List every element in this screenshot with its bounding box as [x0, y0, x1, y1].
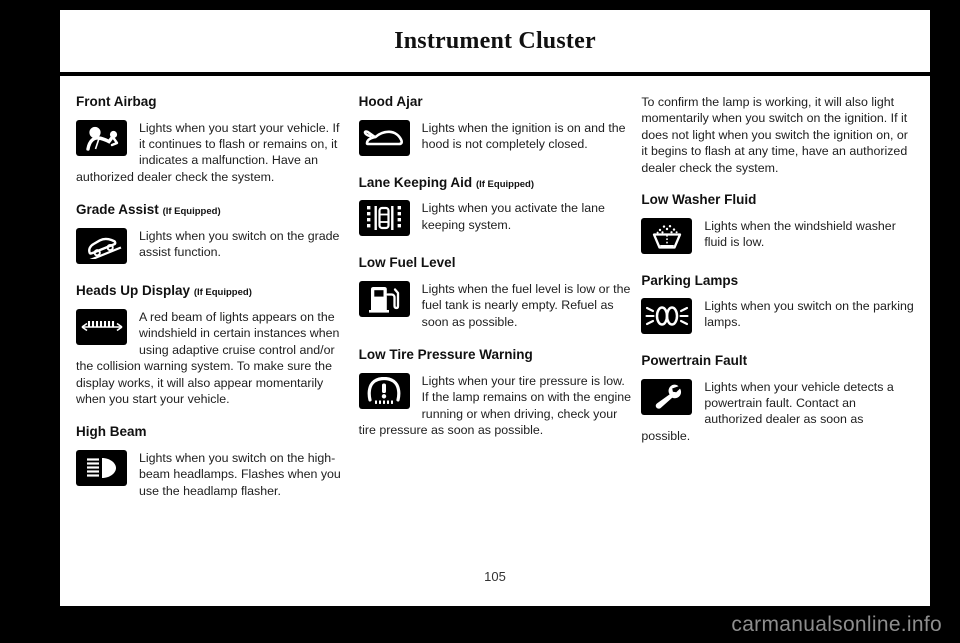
watermark: carmanualsonline.info [0, 606, 960, 643]
section-parking-lamps: Parking Lamps Lights when you switch on … [641, 273, 914, 337]
manual-page: Instrument Cluster Front Airbag Lights w… [60, 10, 930, 606]
section-heading: Powertrain Fault [641, 353, 748, 369]
page-header: Instrument Cluster [60, 10, 930, 72]
powertrain-fault-icon [641, 378, 693, 415]
section-heading: Lane Keeping Aid (If Equipped) [358, 174, 534, 190]
section-heading: High Beam [76, 424, 147, 440]
low-tire-pressure-icon [358, 372, 410, 409]
page-content: Front Airbag Lights when you start your … [60, 76, 930, 546]
if-equipped-note: (If Equipped) [475, 178, 534, 190]
section-low-washer-fluid: Low Washer Fluid Lights when the windshi… [641, 192, 914, 256]
heads-up-display-icon [76, 308, 127, 345]
column-3: To confirm the lamp is working, it will … [641, 94, 914, 546]
low-washer-fluid-icon [641, 217, 693, 254]
column-2: Hood Ajar Lights when the ignition is on… [358, 94, 632, 546]
section-heading: Front Airbag [76, 94, 157, 109]
section-heading: Heads Up Display (If Equipped) [76, 283, 252, 299]
section-heads-up-display: Heads Up Display (If Equipped) A red bea… [76, 283, 349, 407]
lane-keeping-aid-icon [358, 200, 410, 237]
airbag-icon [76, 119, 127, 156]
section-heading: Grade Assist (If Equipped) [76, 202, 221, 218]
high-beam-icon [76, 449, 127, 486]
page-number: 105 [484, 569, 506, 584]
section-front-airbag: Front Airbag Lights when you start your … [76, 94, 349, 185]
section-heading: Parking Lamps [641, 272, 739, 288]
section-heading: Low Washer Fluid [641, 192, 757, 208]
hood-ajar-icon [358, 119, 410, 156]
section-heading: Low Fuel Level [358, 255, 456, 271]
section-high-beam: High Beam Lights when you switch on the … [76, 424, 349, 499]
column-3-intro-text: To confirm the lamp is working, it will … [641, 95, 908, 175]
page-title: Instrument Cluster [394, 27, 596, 54]
section-low-fuel-level: Low Fuel Level Lights when the fuel leve… [358, 255, 632, 330]
if-equipped-note: (If Equipped) [162, 206, 221, 218]
low-fuel-level-icon [358, 280, 410, 317]
section-lane-keeping-aid: Lane Keeping Aid (If Equipped) Lights wh… [358, 174, 632, 239]
parking-lamps-icon [641, 298, 693, 335]
section-powertrain-fault: Powertrain Fault Lights when your vehicl… [641, 353, 914, 444]
if-equipped-note: (If Equipped) [193, 287, 252, 299]
grade-assist-icon [76, 228, 127, 265]
section-heading: Low Tire Pressure Warning [358, 347, 533, 363]
section-heading: Hood Ajar [358, 94, 423, 109]
section-low-tire-pressure-warning: Low Tire Pressure Warning Lights when yo… [358, 347, 632, 438]
column-1: Front Airbag Lights when you start your … [76, 94, 349, 546]
watermark-text: carmanualsonline.info [731, 612, 942, 636]
section-grade-assist: Grade Assist (If Equipped) Lights when y… [76, 202, 349, 266]
section-hood-ajar: Hood Ajar Lights when the ignition is on… [358, 94, 632, 158]
